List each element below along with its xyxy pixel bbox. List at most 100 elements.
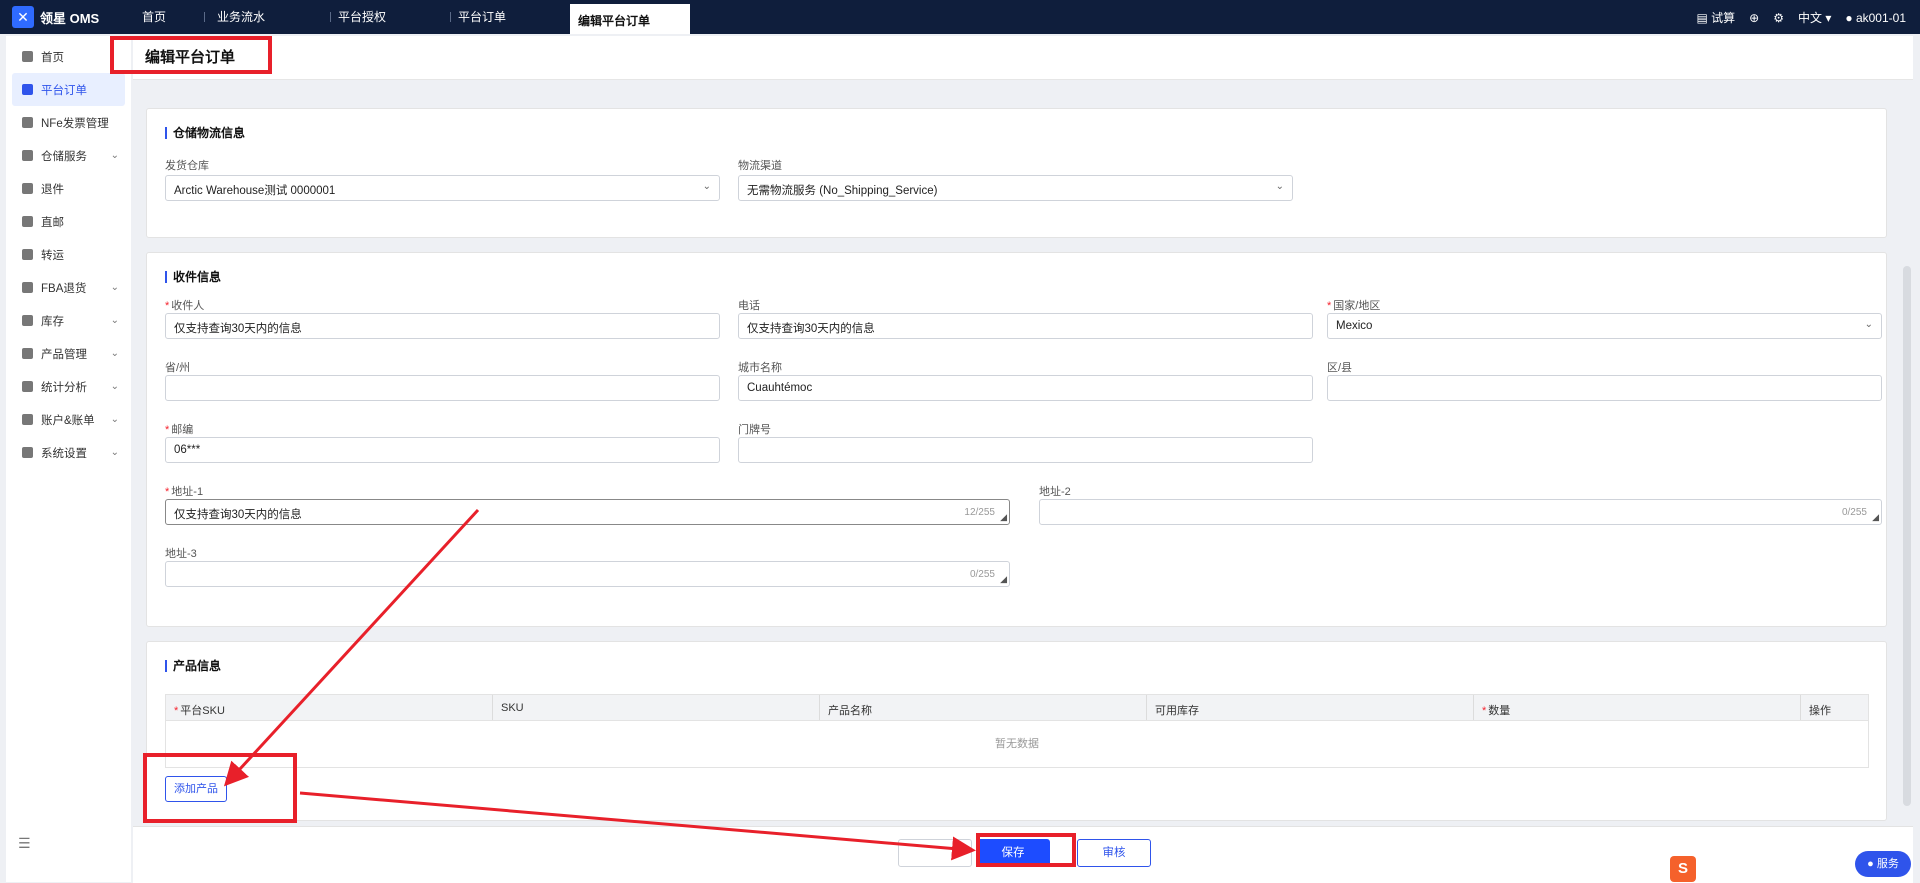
column-header: 产品名称 <box>820 695 1147 720</box>
address1-label: 地址-1 <box>171 486 204 498</box>
add-product-button[interactable]: 添加产品 <box>165 776 227 802</box>
address2-textarea[interactable]: 0/255 ◢ <box>1039 499 1882 525</box>
chevron-down-icon: ⌄ <box>110 348 119 359</box>
settings-icon <box>22 447 33 458</box>
sidebar-item-transfer[interactable]: 转运 <box>6 238 131 271</box>
city-input[interactable]: Cuauhtémoc <box>738 375 1313 401</box>
column-header: SKU <box>493 695 820 720</box>
zip-input[interactable]: 06*** <box>165 437 720 463</box>
sidebar-item-platform-orders[interactable]: 平台订单 <box>12 73 125 106</box>
receiver-name-input[interactable]: 仅支持查询30天内的信息 <box>165 313 720 339</box>
product-info-card: 产品信息 * 平台SKU SKU 产品名称 可用库存 * 数量 操作 暂无数据 添加… <box>146 641 1887 821</box>
warehouse-icon <box>22 150 33 161</box>
calculator-icon: ▤ <box>1696 11 1712 25</box>
language-select[interactable]: 中文 ▾ <box>1798 9 1831 26</box>
channel-select[interactable]: 无需物流服务 (No_Shipping_Service) ⌄ <box>738 175 1293 201</box>
save-button[interactable]: 保存 <box>976 839 1050 867</box>
stock-icon <box>22 315 33 326</box>
address3-label: 地址-3 <box>165 548 197 560</box>
app-name: 领星 OMS <box>40 10 100 26</box>
collapse-sidebar-icon[interactable]: ☰ <box>18 835 31 852</box>
sidebar-item-fba-returns[interactable]: FBA退货 ⌄ <box>6 271 131 304</box>
mail-icon <box>22 216 33 227</box>
chevron-down-icon: ⌄ <box>1864 319 1873 330</box>
chevron-down-icon: ⌄ <box>110 315 119 326</box>
house-number-label: 门牌号 <box>738 424 771 436</box>
sidebar-item-settings[interactable]: 系统设置 ⌄ <box>6 436 131 469</box>
top-navbar: ✕ 领星 OMS 首页 业务流水 平台授权 平台订单 编辑平台订单 ▤ 试算 ⊕… <box>0 0 1920 34</box>
footer-actions: 保存 审核 <box>133 826 1913 883</box>
char-counter: 12/255 <box>964 507 995 518</box>
state-input[interactable] <box>165 375 720 401</box>
phone-input[interactable]: 仅支持查询30天内的信息 <box>738 313 1313 339</box>
country-select[interactable]: Mexico ⌄ <box>1327 313 1882 339</box>
resize-handle-icon[interactable]: ◢ <box>1000 512 1007 523</box>
chevron-down-icon: ⌄ <box>110 150 119 161</box>
sidebar-item-warehouse[interactable]: 仓储服务 ⌄ <box>6 139 131 172</box>
sidebar-item-direct-mail[interactable]: 直邮 <box>6 205 131 238</box>
house-number-input[interactable] <box>738 437 1313 463</box>
country-label: 国家/地区 <box>1333 300 1381 312</box>
address2-label: 地址-2 <box>1039 486 1071 498</box>
chevron-down-icon: ⌄ <box>110 381 119 392</box>
calc-button[interactable]: ▤ 试算 <box>1696 9 1735 26</box>
column-header: 操作 <box>1809 705 1831 717</box>
resize-handle-icon[interactable]: ◢ <box>1000 574 1007 585</box>
scrollbar[interactable] <box>1903 266 1911 806</box>
address3-textarea[interactable]: 0/255 ◢ <box>165 561 1010 587</box>
chevron-down-icon: ⌄ <box>110 414 119 425</box>
sidebar-item-home[interactable]: 首页 <box>6 40 131 73</box>
app-logo[interactable]: ✕ 领星 OMS <box>12 6 99 28</box>
zip-label: 邮编 <box>171 424 194 436</box>
home-icon <box>22 51 33 62</box>
invoice-icon <box>22 117 33 128</box>
chevron-down-icon: ⌄ <box>110 447 119 458</box>
account-icon <box>22 414 33 425</box>
phone-label: 电话 <box>738 300 760 312</box>
section-title: 收件信息 <box>165 271 221 283</box>
chart-icon <box>22 381 33 392</box>
receiver-info-card: 收件信息 * 收件人 仅支持查询30天内的信息 电话 仅支持查询30天内的信息 *… <box>146 252 1887 627</box>
state-label: 省/州 <box>165 362 191 374</box>
tab-business-flow[interactable]: 业务流水 <box>217 8 265 25</box>
sidebar-item-products[interactable]: 产品管理 ⌄ <box>6 337 131 370</box>
avatar-icon: ● <box>1845 10 1853 25</box>
settings-gear-icon[interactable]: ⚙ <box>1773 11 1784 25</box>
warehouse-label: 发货仓库 <box>165 160 209 172</box>
tab-platform-auth[interactable]: 平台授权 <box>338 8 386 25</box>
warehouse-select[interactable]: Arctic Warehouse测试 0000001 ⌄ <box>165 175 720 201</box>
user-menu[interactable]: ● ak001-01 <box>1845 11 1906 25</box>
char-counter: 0/255 <box>969 569 995 580</box>
resize-handle-icon[interactable]: ◢ <box>1872 512 1879 523</box>
sidebar-item-statistics[interactable]: 统计分析 ⌄ <box>6 370 131 403</box>
column-header: * 数量 <box>1474 695 1801 720</box>
sidebar-item-accounts[interactable]: 账户&账单 ⌄ <box>6 403 131 436</box>
sidebar-item-inventory[interactable]: 库存 ⌄ <box>6 304 131 337</box>
service-button[interactable]: ● 服务 <box>1855 851 1911 877</box>
tab-edit-platform-order[interactable]: 编辑平台订单 <box>570 4 690 34</box>
chevron-down-icon: ⌄ <box>110 282 119 293</box>
main-content: 编辑平台订单 仓储物流信息 发货仓库 Arctic Warehouse测试 00… <box>133 36 1920 883</box>
char-counter: 0/255 <box>1841 507 1867 518</box>
tab-platform-orders[interactable]: 平台订单 <box>458 8 506 25</box>
address1-textarea[interactable]: 仅支持查询30天内的信息 12/255 ◢ <box>165 499 1010 525</box>
district-input[interactable] <box>1327 375 1882 401</box>
download-icon[interactable]: ⊕ <box>1749 11 1759 25</box>
sidebar-item-returns[interactable]: 退件 <box>6 172 131 205</box>
channel-label: 物流渠道 <box>738 160 782 172</box>
order-icon <box>22 84 33 95</box>
section-title: 产品信息 <box>165 660 221 672</box>
cancel-button[interactable] <box>898 839 972 867</box>
sidebar-item-nfe-invoice[interactable]: NFe发票管理 <box>6 106 131 139</box>
table-header: * 平台SKU SKU 产品名称 可用库存 * 数量 操作 <box>166 695 1868 721</box>
district-label: 区/县 <box>1327 362 1353 374</box>
column-header: 可用库存 <box>1147 695 1474 720</box>
logo-icon: ✕ <box>12 6 34 28</box>
receiver-name-label: 收件人 <box>171 300 205 312</box>
sogou-ime-icon[interactable]: S <box>1670 856 1696 882</box>
headset-icon: ● <box>1867 858 1877 870</box>
chevron-down-icon: ⌄ <box>702 181 711 192</box>
audit-button[interactable]: 审核 <box>1077 839 1151 867</box>
tab-home[interactable]: 首页 <box>142 8 166 25</box>
city-label: 城市名称 <box>738 362 782 374</box>
